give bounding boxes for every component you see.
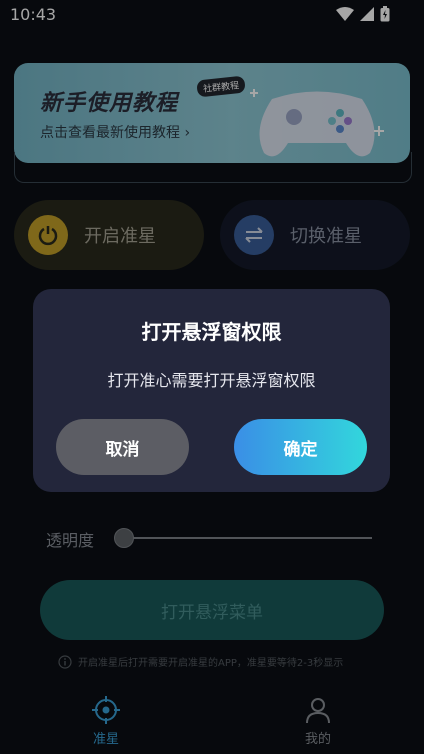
confirm-button[interactable]: 确定 (234, 419, 367, 475)
dialog-title: 打开悬浮窗权限 (141, 320, 282, 344)
permission-dialog: 打开悬浮窗权限 打开准心需要打开悬浮窗权限 取消 确定 (33, 289, 390, 492)
dialog-message: 打开准心需要打开悬浮窗权限 (107, 371, 316, 390)
cancel-button[interactable]: 取消 (56, 419, 189, 475)
